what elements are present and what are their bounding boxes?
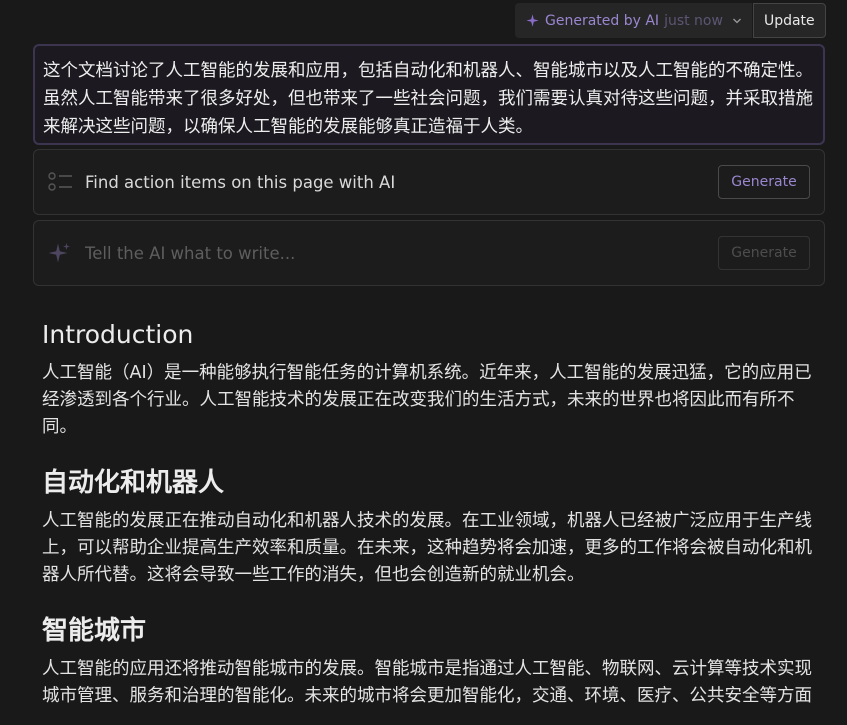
ai-toolbar: Generated by AI just now Update (515, 3, 826, 38)
generated-time: just now (664, 12, 723, 29)
generated-by-ai-dropdown[interactable]: Generated by AI just now (515, 3, 753, 38)
section-heading: 智能城市 (42, 616, 147, 646)
ai-summary-text: 这个文档讨论了人工智能的发展和应用，包括自动化和机器人、智能城市以及人工智能的不… (43, 61, 813, 137)
section-introduction: Introduction 人工智能（AI）是一种能够执行智能任务的计算机系统。近… (42, 316, 827, 441)
section-automation: 自动化和机器人 人工智能的发展正在推动自动化和机器人技术的发展。在工业领域，机器… (42, 464, 827, 589)
sparkle-icon (526, 14, 539, 27)
section-paragraph: 人工智能（AI）是一种能够执行智能任务的计算机系统。近年来，人工智能的发展迅猛，… (42, 363, 812, 437)
section-heading: 自动化和机器人 (42, 468, 225, 498)
ai-summary-block[interactable]: 这个文档讨论了人工智能的发展和应用，包括自动化和机器人、智能城市以及人工智能的不… (33, 44, 825, 145)
section-paragraph: 人工智能的应用还将推动智能城市的发展。智能城市是指通过人工智能、物联网、云计算等… (42, 659, 812, 706)
section-smart-city: 智能城市 人工智能的应用还将推动智能城市的发展。智能城市是指通过人工智能、物联网… (42, 612, 827, 710)
section-paragraph: 人工智能的发展正在推动自动化和机器人技术的发展。在工业领域，机器人已经被广泛应用… (42, 511, 812, 585)
ai-prompt-input[interactable] (85, 243, 718, 263)
find-action-items-label: Find action items on this page with AI (85, 172, 396, 192)
section-heading: Introduction (42, 320, 194, 349)
generated-label: Generated by AI (545, 12, 660, 29)
generate-prompt-button[interactable]: Generate (718, 236, 810, 270)
generate-action-items-button[interactable]: Generate (718, 165, 810, 199)
sparkle-icon (48, 243, 70, 263)
find-action-items-row: Find action items on this page with AI G… (33, 149, 825, 215)
document-body: Introduction 人工智能（AI）是一种能够执行智能任务的计算机系统。近… (42, 316, 827, 710)
checklist-icon (48, 172, 72, 191)
chevron-down-icon (732, 18, 741, 23)
page: Generated by AI just now Update 这个文档讨论了人… (0, 0, 847, 725)
ai-prompt-row: Generate (33, 220, 825, 286)
update-button[interactable]: Update (752, 3, 826, 38)
